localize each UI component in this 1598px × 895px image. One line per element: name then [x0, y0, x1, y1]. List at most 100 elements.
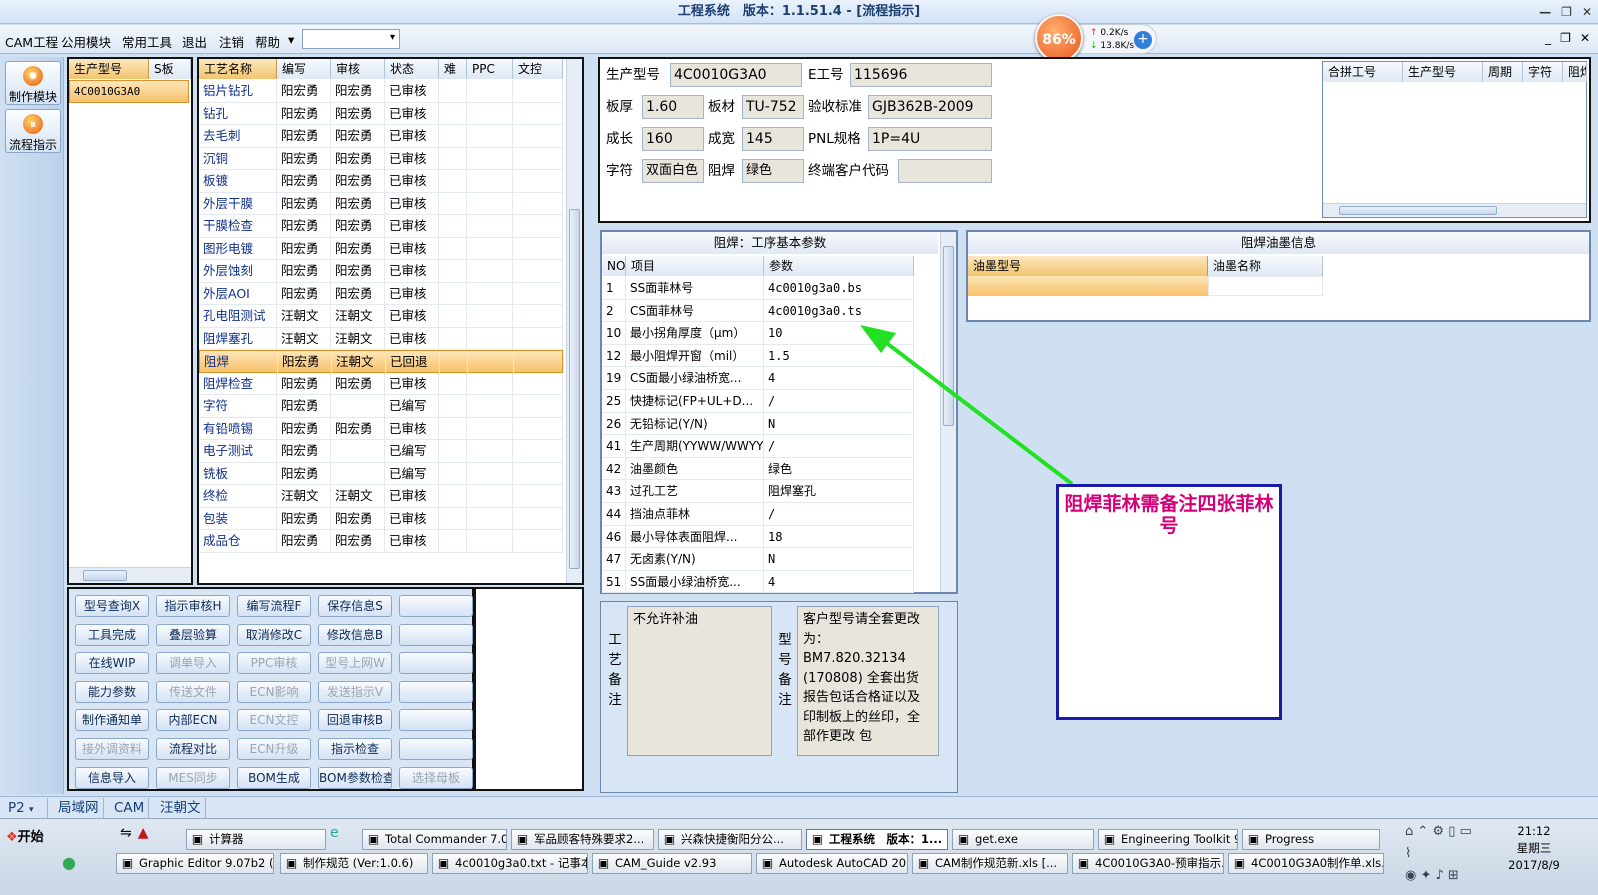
- taskbar-item[interactable]: ▣ 4C0010G3A0制作单.xls...: [1228, 853, 1384, 874]
- menu-help[interactable]: 帮助: [255, 32, 280, 51]
- action-button[interactable]: 型号上网W: [318, 652, 392, 675]
- col-difficulty[interactable]: 难: [439, 59, 467, 79]
- taskbar-item[interactable]: ▣ CAM制作规范新.xls [...: [912, 853, 1068, 874]
- tab-user[interactable]: 汪朝文: [156, 798, 206, 818]
- param-row[interactable]: 19 CS面最小绿油桥宽... 4: [602, 367, 914, 390]
- col-ppc[interactable]: PPC: [467, 59, 513, 79]
- list-item[interactable]: 4C0010G3A0: [69, 80, 189, 103]
- plus-icon[interactable]: +: [1134, 31, 1152, 49]
- process-remark-text[interactable]: 不允许补油: [627, 606, 772, 756]
- table-row[interactable]: 阻焊塞孔 汪朝文 汪朝文 已审核: [199, 327, 563, 350]
- action-button[interactable]: PPC审核: [237, 652, 311, 675]
- start-button[interactable]: ❖开始: [2, 826, 48, 850]
- action-button[interactable]: 回退审核B: [318, 709, 392, 732]
- taskbar-item[interactable]: ▣ Total Commander 7.0...: [362, 829, 507, 850]
- taskbar-item[interactable]: ▣ Progress: [1242, 829, 1380, 850]
- ie-icon[interactable]: e: [330, 825, 339, 841]
- action-button[interactable]: 流程对比: [156, 738, 230, 760]
- col-ink-name[interactable]: 油墨名称: [1208, 256, 1323, 276]
- table-row[interactable]: 板镀 阳宏勇 阳宏勇 已审核: [199, 170, 563, 193]
- taskbar-item[interactable]: ▣Autodesk AutoCAD 201...: [756, 853, 908, 874]
- col-ink-model[interactable]: 油墨型号: [968, 256, 1208, 276]
- material-field[interactable]: TU-752: [742, 95, 804, 119]
- vertical-scrollbar[interactable]: [940, 232, 956, 592]
- col-doc-control[interactable]: 文控: [513, 59, 563, 79]
- mask-field[interactable]: 绿色: [742, 159, 804, 183]
- action-button[interactable]: 取消修改C: [237, 623, 311, 646]
- table-row[interactable]: 干膜检查 阳宏勇 阳宏勇 已审核: [199, 215, 563, 238]
- table-row[interactable]: 外层干膜 阳宏勇 阳宏勇 已审核: [199, 192, 563, 215]
- table-row[interactable]: 电子测试 阳宏勇 已编写: [199, 440, 563, 463]
- action-button[interactable]: 保存信息S: [318, 595, 392, 617]
- menu-common-modules[interactable]: 公用模块: [61, 32, 111, 51]
- param-row[interactable]: 44 挡油点菲林 /: [602, 503, 914, 526]
- menu-cam[interactable]: CAM工程: [5, 32, 58, 51]
- vertical-scrollbar[interactable]: [566, 59, 582, 583]
- menu-combo[interactable]: [302, 29, 400, 49]
- param-row[interactable]: 43 过孔工艺 阻焊塞孔: [602, 480, 914, 503]
- action-button[interactable]: 在线WIP: [75, 652, 149, 675]
- table-row[interactable]: 有铅喷锡 阳宏勇 阳宏勇 已审核: [199, 417, 563, 440]
- taskbar-item[interactable]: ▣ 制作规范 (Ver:1.0.6): [280, 853, 428, 874]
- nav-make-module[interactable]: ✹ 制作模块: [5, 61, 61, 105]
- action-button[interactable]: 指示检查: [318, 738, 392, 760]
- table-row[interactable]: 去毛刺 阳宏勇 阳宏勇 已审核: [199, 125, 563, 148]
- clock[interactable]: 21:12 星期三 2017/8/9: [1478, 823, 1590, 874]
- maximize-button[interactable]: ❐: [1561, 0, 1572, 24]
- mdi-minimize-button[interactable]: _: [1545, 31, 1551, 45]
- col-writer[interactable]: 编写: [277, 59, 331, 79]
- action-button[interactable]: BOM生成: [237, 766, 311, 789]
- param-row[interactable]: 26 无铅标记(Y/N) N: [602, 412, 914, 436]
- action-button[interactable]: 叠层验算: [156, 623, 230, 646]
- col-reviewer[interactable]: 审核: [331, 59, 385, 79]
- nav-flow-instruction[interactable]: ⏸ 流程指示: [5, 109, 61, 153]
- table-row[interactable]: 外层蚀刻 阳宏勇 阳宏勇 已审核: [199, 260, 563, 283]
- horizontal-scrollbar[interactable]: [69, 567, 191, 583]
- action-button[interactable]: 能力参数: [75, 680, 149, 703]
- ink-row-selected[interactable]: [968, 276, 1208, 296]
- table-row[interactable]: 孔电阻测试 汪朝文 汪朝文 已审核: [199, 305, 563, 328]
- col-status[interactable]: 状态: [385, 59, 439, 79]
- width-field[interactable]: 145: [742, 127, 804, 151]
- action-button[interactable]: [399, 595, 473, 617]
- table-row[interactable]: 铝片钻孔 阳宏勇 阳宏勇 已审核: [199, 80, 563, 103]
- eno-field[interactable]: 115696: [850, 63, 992, 87]
- taskbar-item[interactable]: ▣ 4c0010g3a0.txt - 记事本: [432, 853, 588, 874]
- param-row[interactable]: 10 最小拐角厚度（μm） 10: [602, 322, 914, 345]
- action-button[interactable]: ECN升级: [237, 738, 311, 760]
- model-field[interactable]: 4C0010G3A0: [670, 63, 802, 87]
- col-param-item[interactable]: 项目: [626, 256, 764, 276]
- taskbar-item[interactable]: ▣ get.exe: [952, 829, 1094, 850]
- action-button[interactable]: BOM参数检查: [318, 766, 392, 789]
- menu-exit[interactable]: 退出: [182, 32, 207, 51]
- action-button[interactable]: [399, 652, 473, 675]
- param-row[interactable]: 42 油墨颜色 绿色: [602, 457, 914, 481]
- pnl-field[interactable]: 1P=4U: [868, 127, 992, 151]
- standard-field[interactable]: GJB362B-2009: [868, 95, 992, 119]
- col-param-no[interactable]: NO: [602, 256, 626, 276]
- action-button[interactable]: 工具完成: [75, 623, 149, 646]
- action-button[interactable]: 指示审核H: [156, 595, 230, 617]
- menu-tools[interactable]: 常用工具: [122, 32, 172, 51]
- action-button[interactable]: 制作通知单: [75, 709, 149, 732]
- model-remark-text[interactable]: 客户型号请全套更改为：BM7.820.32134 (170808) 全套出货报告…: [797, 606, 939, 756]
- action-button[interactable]: 修改信息B: [318, 623, 392, 646]
- taskbar-item[interactable]: ▣ 兴森快捷衡阳分公...: [658, 829, 802, 850]
- mdi-close-button[interactable]: ✕: [1580, 31, 1590, 45]
- close-button[interactable]: ✕: [1582, 0, 1592, 24]
- colorful-app-icon[interactable]: ●: [62, 853, 76, 872]
- taskbar-item[interactable]: ▣ 4C0010G3A0-预审指示...: [1072, 853, 1224, 874]
- minimize-button[interactable]: —: [1539, 0, 1551, 24]
- table-row[interactable]: 沉铜 阳宏勇 阳宏勇 已审核: [199, 147, 563, 170]
- action-button[interactable]: 内部ECN: [156, 709, 230, 732]
- action-button[interactable]: 发送指示V: [318, 680, 392, 703]
- table-row[interactable]: 包装 阳宏勇 阳宏勇 已审核: [199, 507, 563, 530]
- param-row[interactable]: 25 快捷标记(FP+UL+D... /: [602, 390, 914, 413]
- table-row[interactable]: 阻焊检查 阳宏勇 阳宏勇 已审核: [199, 372, 563, 395]
- taskbar-item[interactable]: ▣ 计算器: [186, 829, 326, 850]
- action-button[interactable]: 型号查询X: [75, 595, 149, 617]
- action-button[interactable]: 信息导入: [75, 766, 149, 789]
- action-button[interactable]: [399, 623, 473, 646]
- action-button[interactable]: 传送文件: [156, 680, 230, 703]
- col-process[interactable]: 工艺名称: [199, 59, 277, 79]
